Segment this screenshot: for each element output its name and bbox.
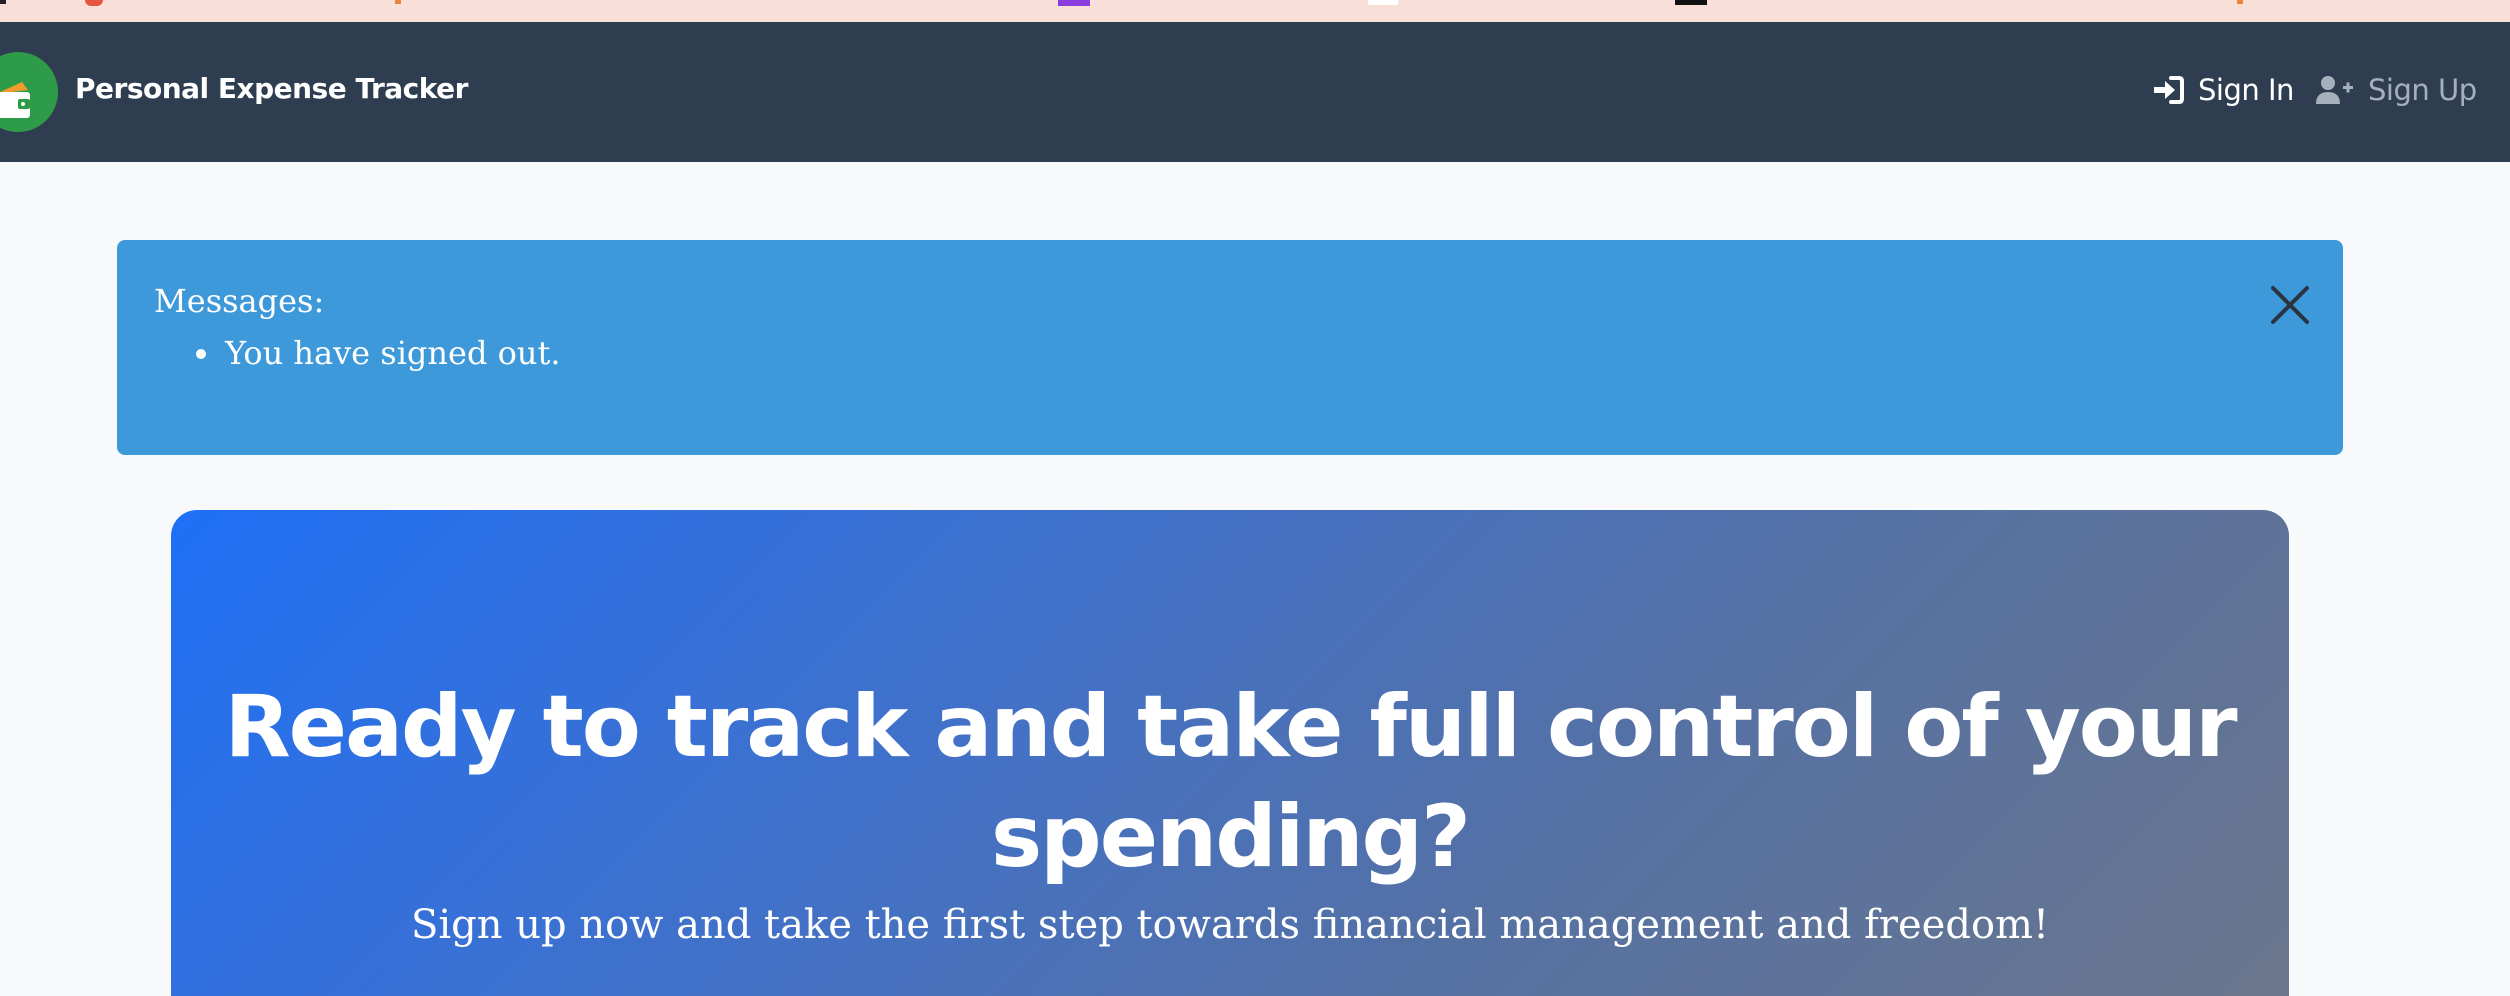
strip-mark	[1368, 0, 1398, 5]
navbar: Personal Expense Tracker Sign In Sign Up	[0, 22, 2510, 162]
bullet-icon	[196, 349, 206, 359]
message-list: You have signed out.	[154, 334, 561, 372]
messages-alert: Messages: You have signed out.	[117, 240, 2343, 455]
sign-in-icon	[2152, 76, 2184, 104]
hero-heading: Ready to track and take full control of …	[224, 677, 2237, 887]
strip-mark	[0, 0, 6, 4]
wallet-logo-icon[interactable]	[0, 52, 58, 132]
alert-title: Messages:	[154, 282, 325, 320]
strip-mark	[1058, 0, 1090, 6]
strip-mark	[395, 0, 401, 4]
sign-up-link[interactable]: Sign Up	[2316, 70, 2477, 110]
sign-up-label: Sign Up	[2368, 73, 2477, 107]
sign-in-label: Sign In	[2198, 73, 2294, 107]
close-icon[interactable]	[2265, 280, 2315, 330]
hero-banner: Ready to track and take full control of …	[171, 510, 2289, 996]
message-item: You have signed out.	[154, 334, 561, 372]
strip-mark	[2237, 0, 2243, 4]
strip-mark	[1675, 0, 1707, 5]
strip-mark	[85, 0, 103, 6]
brand-title[interactable]: Personal Expense Tracker	[75, 72, 468, 105]
browser-top-strip	[0, 0, 2510, 22]
user-plus-icon	[2316, 75, 2354, 105]
message-text: You have signed out.	[225, 334, 561, 372]
hero-subheading: Sign up now and take the first step towa…	[410, 902, 2050, 948]
sign-in-link[interactable]: Sign In	[2152, 70, 2294, 110]
